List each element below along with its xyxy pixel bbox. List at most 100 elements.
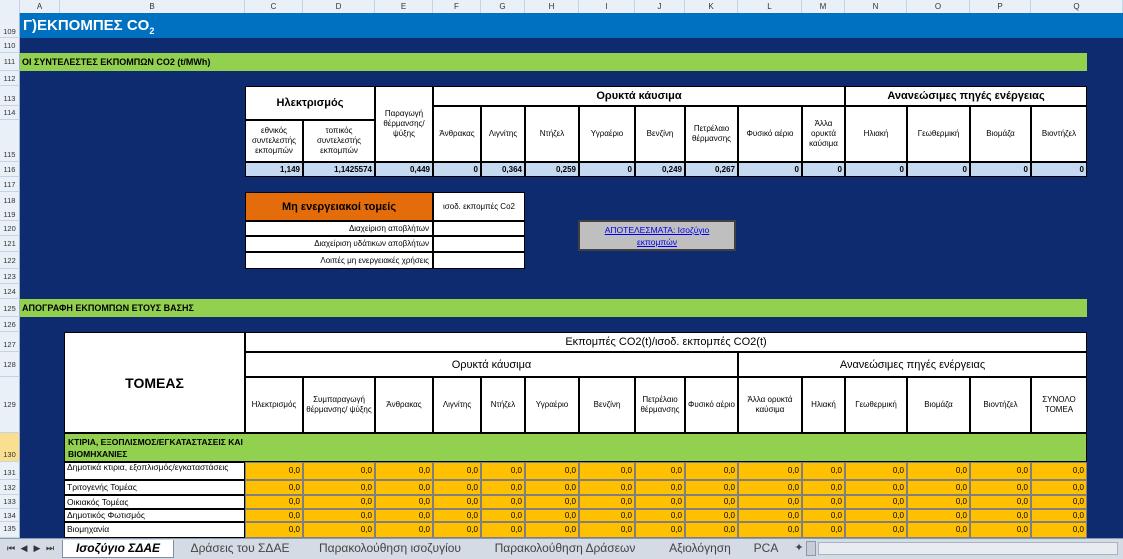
factor-value-cell[interactable]: 1,1425574 <box>303 162 375 177</box>
col-header-p[interactable]: P <box>970 0 1031 13</box>
inventory-value-cell[interactable]: 0,0 <box>481 480 525 495</box>
inventory-value-cell[interactable]: 0,0 <box>845 495 907 509</box>
inventory-value-cell[interactable]: 0,0 <box>802 462 845 480</box>
row-header[interactable]: 116 <box>0 162 20 177</box>
row-header[interactable]: 122 <box>0 252 20 269</box>
inventory-value-cell[interactable]: 0,0 <box>907 495 970 509</box>
inventory-value-cell[interactable]: 0,0 <box>845 480 907 495</box>
factor-value-cell[interactable]: 0,449 <box>375 162 433 177</box>
col-header-e[interactable]: E <box>375 0 433 13</box>
insert-sheet-icon[interactable]: ✦ <box>792 540 806 557</box>
tab-draseis-sdae[interactable]: Δράσεις του ΣΔΑΕ <box>180 540 300 557</box>
row-header[interactable]: 110 <box>0 38 20 53</box>
inventory-value-cell[interactable]: 0,0 <box>802 480 845 495</box>
col-header-k[interactable]: K <box>685 0 738 13</box>
col-header-m[interactable]: M <box>802 0 845 13</box>
inventory-value-cell[interactable]: 0,0 <box>907 509 970 522</box>
row-header[interactable]: 113 <box>0 86 20 106</box>
inventory-value-cell[interactable]: 0,0 <box>525 522 579 538</box>
col-header-o[interactable]: O <box>907 0 970 13</box>
factor-value-cell[interactable]: 0 <box>907 162 970 177</box>
row-header[interactable]: 115 <box>0 120 20 162</box>
nonenergy-value-cell[interactable] <box>433 252 525 269</box>
tab-split-handle[interactable] <box>806 541 816 556</box>
row-header[interactable]: 129 <box>0 377 20 433</box>
first-sheet-icon[interactable]: ⏮ <box>6 542 16 554</box>
inventory-value-cell[interactable]: 0,0 <box>685 509 738 522</box>
tab-parakolouthisi-draseon[interactable]: Παρακολούθηση Δράσεων <box>485 540 645 557</box>
inventory-value-cell[interactable]: 0,0 <box>685 495 738 509</box>
inventory-value-cell[interactable]: 0,0 <box>433 480 481 495</box>
row-header[interactable]: 117 <box>0 177 20 192</box>
inventory-value-cell[interactable]: 0,0 <box>579 462 635 480</box>
inventory-value-cell[interactable]: 0,0 <box>579 480 635 495</box>
inventory-value-cell[interactable]: 0,0 <box>245 509 303 522</box>
col-header-b[interactable]: B <box>60 0 245 13</box>
tab-pca[interactable]: PCA <box>746 540 786 557</box>
inventory-value-cell[interactable]: 0,0 <box>245 480 303 495</box>
inventory-value-cell[interactable]: 0,0 <box>433 522 481 538</box>
inventory-value-cell[interactable]: 0,0 <box>245 495 303 509</box>
col-header-q[interactable]: Q <box>1031 0 1123 13</box>
row-header[interactable]: 125 <box>0 299 20 317</box>
inventory-value-cell[interactable]: 0,0 <box>481 495 525 509</box>
tab-isozygio-sdae[interactable]: Ισοζύγιο ΣΔΑΕ <box>62 540 174 558</box>
next-sheet-icon[interactable]: ▶ <box>32 542 42 554</box>
factor-value-cell[interactable]: 0,267 <box>685 162 738 177</box>
inventory-value-cell[interactable]: 0,0 <box>481 509 525 522</box>
inventory-value-cell[interactable]: 0,0 <box>1031 509 1087 522</box>
inventory-value-cell[interactable]: 0,0 <box>635 480 685 495</box>
inventory-value-cell[interactable]: 0,0 <box>738 462 802 480</box>
col-header-f[interactable]: F <box>433 0 481 13</box>
row-header[interactable]: 119 <box>0 208 20 221</box>
inventory-value-cell[interactable]: 0,0 <box>525 462 579 480</box>
inventory-value-cell[interactable]: 0,0 <box>970 480 1031 495</box>
col-header-h[interactable]: H <box>525 0 579 13</box>
inventory-value-cell[interactable]: 0,0 <box>579 509 635 522</box>
row-header[interactable]: 131 <box>0 462 20 480</box>
inventory-value-cell[interactable]: 0,0 <box>303 509 375 522</box>
inventory-value-cell[interactable]: 0,0 <box>802 495 845 509</box>
row-header[interactable]: 109 <box>0 13 20 38</box>
factor-value-cell[interactable]: 0 <box>433 162 481 177</box>
tab-axiologisi[interactable]: Αξιολόγηση <box>660 540 740 557</box>
inventory-value-cell[interactable]: 0,0 <box>303 522 375 538</box>
col-header-l[interactable]: L <box>738 0 802 13</box>
inventory-value-cell[interactable]: 0,0 <box>303 480 375 495</box>
inventory-value-cell[interactable]: 0,0 <box>738 495 802 509</box>
inventory-value-cell[interactable]: 0,0 <box>481 462 525 480</box>
col-header-c[interactable]: C <box>245 0 303 13</box>
inventory-value-cell[interactable]: 0,0 <box>1031 462 1087 480</box>
col-header-g[interactable]: G <box>481 0 525 13</box>
inventory-value-cell[interactable]: 0,0 <box>738 509 802 522</box>
inventory-value-cell[interactable]: 0,0 <box>970 509 1031 522</box>
inventory-value-cell[interactable]: 0,0 <box>907 462 970 480</box>
row-header[interactable]: 130 <box>0 433 20 462</box>
inventory-value-cell[interactable]: 0,0 <box>845 522 907 538</box>
inventory-value-cell[interactable]: 0,0 <box>970 522 1031 538</box>
inventory-value-cell[interactable]: 0,0 <box>970 495 1031 509</box>
row-header[interactable]: 114 <box>0 106 20 120</box>
factor-value-cell[interactable]: 0 <box>970 162 1031 177</box>
factor-value-cell[interactable]: 1,149 <box>245 162 303 177</box>
row-header[interactable]: 126 <box>0 317 20 332</box>
col-header-a[interactable]: A <box>20 0 60 13</box>
inventory-value-cell[interactable]: 0,0 <box>802 522 845 538</box>
inventory-value-cell[interactable]: 0,0 <box>375 462 433 480</box>
inventory-value-cell[interactable]: 0,0 <box>970 462 1031 480</box>
inventory-value-cell[interactable]: 0,0 <box>685 480 738 495</box>
select-all-corner[interactable] <box>0 0 20 13</box>
inventory-value-cell[interactable]: 0,0 <box>1031 495 1087 509</box>
inventory-value-cell[interactable]: 0,0 <box>375 509 433 522</box>
inventory-value-cell[interactable]: 0,0 <box>579 495 635 509</box>
row-header[interactable]: 128 <box>0 352 20 377</box>
inventory-value-cell[interactable]: 0,0 <box>635 462 685 480</box>
factor-value-cell[interactable]: 0 <box>738 162 802 177</box>
inventory-value-cell[interactable]: 0,0 <box>579 522 635 538</box>
inventory-value-cell[interactable]: 0,0 <box>525 480 579 495</box>
row-header[interactable]: 120 <box>0 221 20 236</box>
row-header[interactable]: 112 <box>0 71 20 86</box>
factor-value-cell[interactable]: 0 <box>802 162 845 177</box>
inventory-value-cell[interactable]: 0,0 <box>845 509 907 522</box>
col-header-j[interactable]: J <box>635 0 685 13</box>
